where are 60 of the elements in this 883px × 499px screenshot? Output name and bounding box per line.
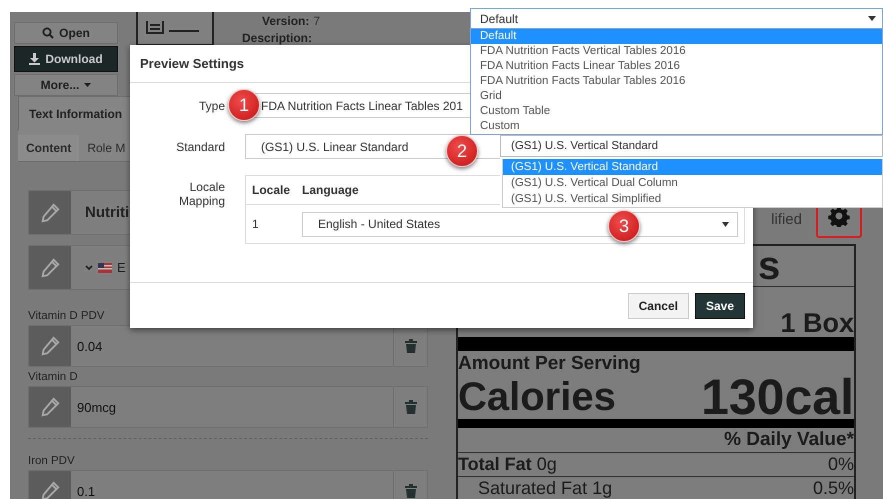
save-button[interactable]: Save <box>694 292 745 318</box>
more-button[interactable]: More... <box>14 74 118 96</box>
meta-value: 7 <box>313 14 320 28</box>
caret-icon <box>868 16 876 21</box>
dropdown-option[interactable]: FDA Nutrition Facts Vertical Tables 2016 <box>471 44 882 59</box>
standard-dropdown-select[interactable]: (GS1) U.S. Vertical Standard <box>500 135 883 157</box>
input-field[interactable]: 90mcg <box>28 386 428 428</box>
dropdown-option[interactable]: FDA Nutrition Facts Linear Tables 2016 <box>471 59 882 74</box>
tab[interactable]: Content <box>18 135 80 161</box>
input-field[interactable]: 0.1 <box>28 470 428 499</box>
pencil-icon <box>39 202 61 224</box>
settings-icon <box>828 205 850 227</box>
column-header: Locale <box>251 183 292 197</box>
field-label: Iron PDV <box>28 455 76 467</box>
meta-label: Description: <box>242 31 312 45</box>
type-label: Type <box>198 98 225 112</box>
column-header: Language <box>302 183 359 197</box>
download-button[interactable]: Download <box>14 46 118 72</box>
flag-icon <box>98 262 112 272</box>
pencil-icon <box>39 480 61 499</box>
field-label: Vitamin D PDV <box>28 310 106 322</box>
cancel-button[interactable]: Cancel <box>628 292 689 318</box>
nutrient-label: Total Fat 0g <box>458 454 557 475</box>
open-button[interactable]: Open <box>14 22 118 44</box>
nutrient-percent: 0% <box>828 454 854 475</box>
dropdown-option[interactable]: (GS1) U.S. Vertical Simplified <box>503 191 882 207</box>
dropdown-option[interactable]: Custom <box>471 119 882 134</box>
search-icon <box>42 27 54 39</box>
caret-icon <box>722 222 729 226</box>
element-title: Nutriti <box>85 204 130 221</box>
locale-mapping-label: Locale Mapping <box>178 179 225 208</box>
calories-label: Calories <box>458 374 616 420</box>
trash-icon <box>404 484 416 498</box>
standard-name: lified <box>771 211 802 230</box>
pencil-icon <box>39 256 61 278</box>
input-field[interactable]: 0.04 <box>28 325 428 367</box>
dropdown-option[interactable]: FDA Nutrition Facts Tabular Tables 2016 <box>471 74 882 89</box>
calories-value: 130cal <box>701 368 854 426</box>
trash-icon <box>404 339 416 353</box>
chevron-icon[interactable] <box>85 264 93 270</box>
caret-icon <box>84 83 92 87</box>
download-icon <box>29 53 40 65</box>
standard-label: Standard <box>175 140 225 154</box>
nutrient-label: Saturated Fat 1g <box>478 478 612 499</box>
serving-size-value: 1 Box <box>780 310 854 337</box>
pencil-icon <box>39 396 61 418</box>
nutrient-percent: 0.5% <box>812 478 854 499</box>
language-label: E <box>117 260 126 275</box>
dropdown-option[interactable]: Custom Table <box>471 104 882 119</box>
dialog-title: Preview Settings <box>140 56 244 71</box>
amount-per-serving: Amount Per Serving <box>458 352 642 375</box>
pencil-icon <box>39 335 61 357</box>
table-cell-text: 1 <box>251 217 260 231</box>
field-label: Vitamin D <box>28 371 79 383</box>
dropdown-option[interactable]: Grid <box>471 89 882 104</box>
dropdown-option[interactable]: (GS1) U.S. Vertical Dual Column <box>503 175 882 191</box>
meta-label: Version: <box>262 14 310 28</box>
tab[interactable]: Role M <box>79 135 134 161</box>
daily-value-heading: % Daily Value* <box>458 428 854 453</box>
trash-icon <box>404 400 416 414</box>
